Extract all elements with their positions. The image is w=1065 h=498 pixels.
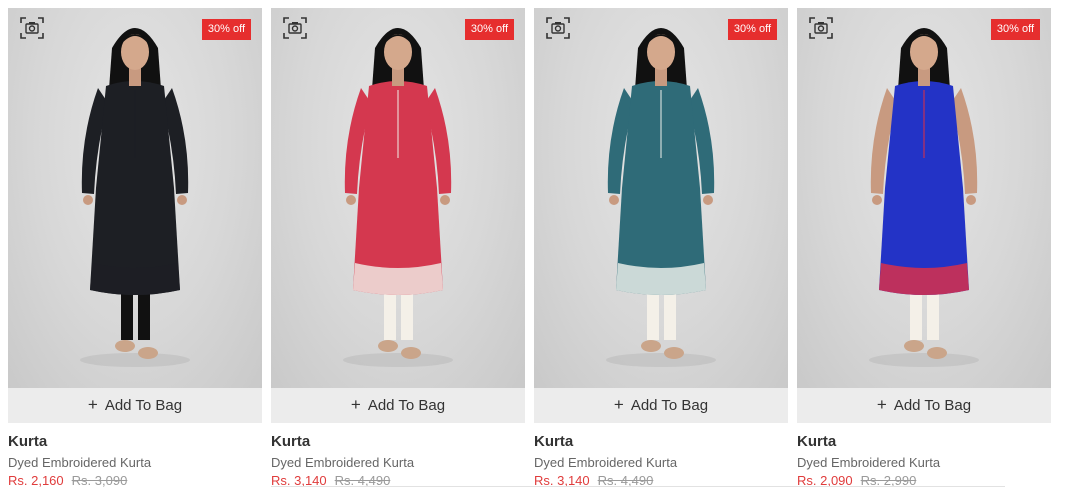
sale-price: Rs. 2,160 <box>8 473 64 488</box>
discount-badge: 30% off <box>727 19 777 40</box>
scan-camera-icon[interactable] <box>546 17 570 39</box>
add-to-bag-label: Add To Bag <box>630 397 709 414</box>
scan-camera-icon[interactable] <box>20 17 44 39</box>
add-to-bag-button[interactable]: + Add To Bag <box>8 388 262 423</box>
discount-badge: 30% off <box>990 19 1040 40</box>
scan-camera-icon[interactable] <box>809 17 833 39</box>
product-subtitle[interactable]: Dyed Embroidered Kurta <box>8 455 262 470</box>
product-card[interactable]: 30% off + Add To Bag Kurta Dyed Embroide… <box>8 8 262 488</box>
product-subtitle[interactable]: Dyed Embroidered Kurta <box>797 455 1051 470</box>
add-to-bag-button[interactable]: + Add To Bag <box>271 388 525 423</box>
plus-icon: + <box>613 395 624 414</box>
plus-icon: + <box>350 395 361 414</box>
model-figure <box>869 28 979 367</box>
plus-icon: + <box>87 395 98 414</box>
product-card[interactable]: 30% off + Add To Bag Kurta Dyed Embroide… <box>271 8 525 488</box>
product-card[interactable]: 30% off + Add To Bag Kurta Dyed Embroide… <box>797 8 1051 488</box>
product-subtitle[interactable]: Dyed Embroidered Kurta <box>534 455 788 470</box>
product-image[interactable]: 30% off <box>271 8 525 388</box>
product-title[interactable]: Kurta <box>797 433 1051 450</box>
product-title[interactable]: Kurta <box>8 433 262 450</box>
discount-badge: 30% off <box>201 19 251 40</box>
divider <box>271 486 1005 487</box>
discount-badge: 30% off <box>464 19 514 40</box>
product-image[interactable]: 30% off <box>8 8 262 388</box>
add-to-bag-label: Add To Bag <box>367 397 446 414</box>
product-image[interactable]: 30% off <box>534 8 788 388</box>
product-title[interactable]: Kurta <box>271 433 525 450</box>
original-price: Rs. 3,090 <box>71 473 128 488</box>
product-image[interactable]: 30% off <box>797 8 1051 388</box>
add-to-bag-button[interactable]: + Add To Bag <box>797 388 1051 423</box>
product-grid: 30% off + Add To Bag Kurta Dyed Embroide… <box>8 8 1051 488</box>
price-row: Rs. 2,160 Rs. 3,090 <box>8 473 262 488</box>
model-figure <box>606 28 716 367</box>
product-subtitle[interactable]: Dyed Embroidered Kurta <box>271 455 525 470</box>
add-to-bag-label: Add To Bag <box>104 397 183 414</box>
plus-icon: + <box>876 395 887 414</box>
model-figure <box>343 28 453 367</box>
product-card[interactable]: 30% off + Add To Bag Kurta Dyed Embroide… <box>534 8 788 488</box>
product-title[interactable]: Kurta <box>534 433 788 450</box>
add-to-bag-label: Add To Bag <box>893 397 972 414</box>
add-to-bag-button[interactable]: + Add To Bag <box>534 388 788 423</box>
scan-camera-icon[interactable] <box>283 17 307 39</box>
model-figure <box>80 28 190 367</box>
